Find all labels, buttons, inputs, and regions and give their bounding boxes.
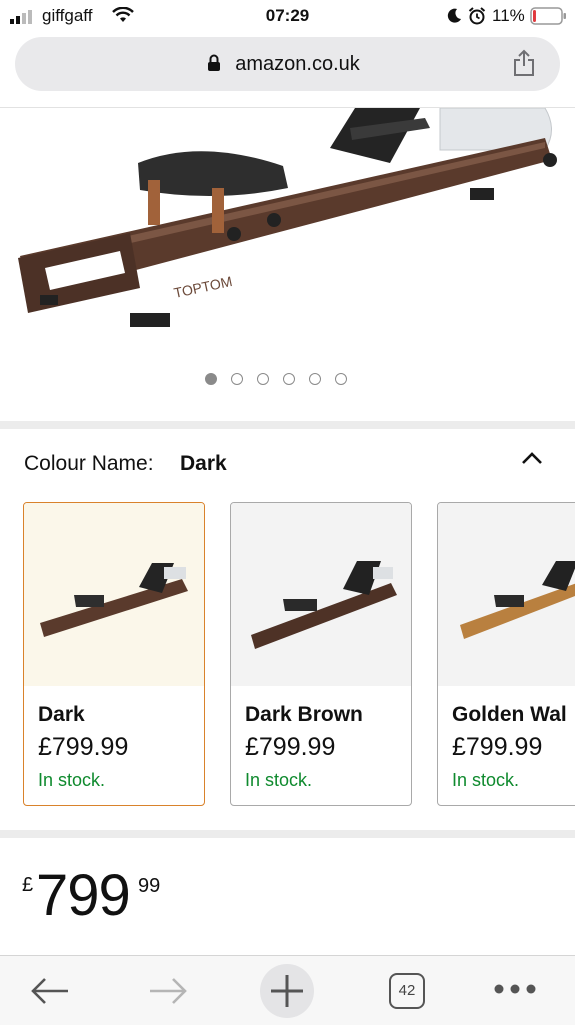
- swatch-name: Dark Brown: [245, 703, 363, 726]
- gallery-dot[interactable]: [283, 373, 295, 385]
- swatch-price: £799.99: [245, 733, 336, 761]
- browser-toolbar: 42: [0, 955, 575, 1025]
- section-divider: [0, 421, 575, 429]
- price-fraction: 99: [138, 875, 161, 897]
- gallery-dot[interactable]: [335, 373, 347, 385]
- swatch-image: [438, 503, 575, 686]
- swatch-image: [24, 503, 204, 686]
- swatch-image: [231, 503, 411, 686]
- chevron-up-icon[interactable]: [519, 446, 545, 472]
- gallery-dot[interactable]: [205, 373, 217, 385]
- battery-icon: [530, 7, 566, 25]
- swatch-price: £799.99: [38, 733, 129, 761]
- do-not-disturb-moon-icon: [447, 8, 461, 23]
- new-tab-plus-icon[interactable]: [259, 963, 315, 1019]
- battery-percent: 11%: [492, 6, 525, 25]
- colour-name-value: Dark: [180, 452, 227, 475]
- price-whole: 799: [36, 863, 131, 928]
- forward-arrow-icon[interactable]: [148, 976, 188, 1006]
- alarm-clock-icon: [468, 7, 486, 25]
- colour-name-label: Colour Name:: [24, 452, 154, 475]
- gallery-dot[interactable]: [257, 373, 269, 385]
- more-options-icon[interactable]: [493, 983, 537, 995]
- gallery-pagination[interactable]: [205, 373, 361, 389]
- tabs-button[interactable]: 42: [389, 973, 425, 1009]
- gallery-dot[interactable]: [231, 373, 243, 385]
- swatch-golden-walnut[interactable]: Golden Wal £799.99 In stock.: [437, 502, 575, 806]
- section-divider: [0, 830, 575, 838]
- swatch-stock: In stock.: [452, 770, 520, 790]
- back-arrow-icon[interactable]: [30, 976, 70, 1006]
- status-bar: giffgaff 07:29 11%: [0, 0, 575, 34]
- swatch-stock: In stock.: [245, 770, 313, 790]
- url-text: amazon.co.uk: [235, 53, 360, 75]
- svg-text:TOPTOM: TOPTOM: [172, 273, 233, 301]
- address-bar[interactable]: amazon.co.uk: [15, 37, 560, 91]
- swatch-name: Golden Wal: [452, 703, 567, 726]
- price-currency: £: [22, 874, 34, 896]
- clock: 07:29: [265, 6, 310, 25]
- swatch-dark-brown[interactable]: Dark Brown £799.99 In stock.: [230, 502, 412, 806]
- swatch-name: Dark: [38, 703, 85, 726]
- gallery-dot[interactable]: [309, 373, 321, 385]
- swatch-stock: In stock.: [38, 770, 106, 790]
- share-icon[interactable]: [512, 49, 536, 77]
- swatch-dark[interactable]: Dark £799.99 In stock.: [23, 502, 205, 806]
- swatch-price: £799.99: [452, 733, 543, 761]
